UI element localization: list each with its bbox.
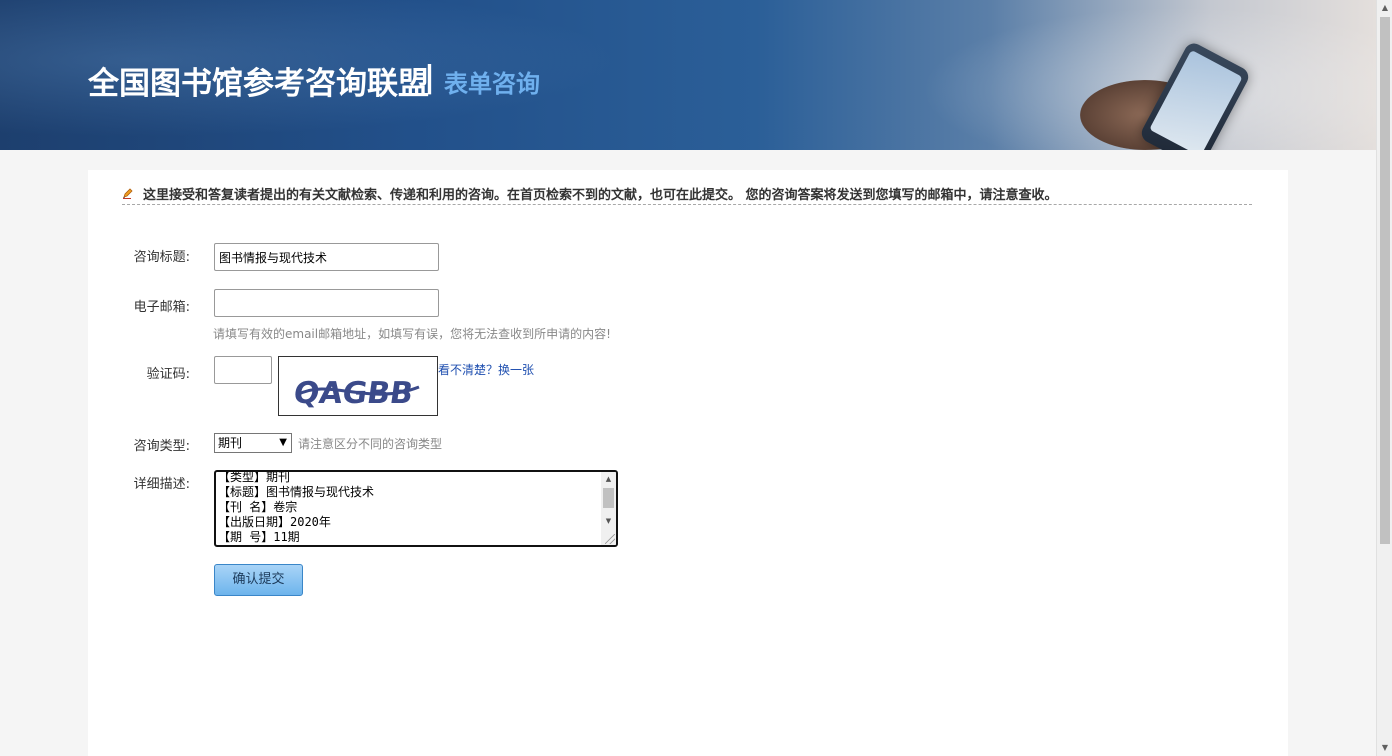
chevron-down-icon: ▼ [279,437,287,448]
title-separator: | [424,60,435,95]
page: 全国图书馆参考咨询联盟 | 表单咨询 ▲ ▼ 这里接受和答复读者提出的有关文献检… [0,0,1392,756]
captcha-label: 验证码: [146,367,190,382]
scroll-thumb[interactable] [1380,17,1390,544]
title-label: 咨询标题: [133,250,190,265]
form-panel: 这里接受和答复读者提出的有关文献检索、传递和利用的咨询。在首页检索不到的文献，也… [88,170,1288,756]
detail-line: 【期 号】11期 [218,530,300,544]
textarea-scroll-up-icon[interactable]: ▲ [601,472,616,486]
header-banner: 全国图书馆参考咨询联盟 | 表单咨询 [0,0,1376,150]
detail-textarea[interactable]: 【类型】期刊 【标题】图书情报与现代技术 【刊 名】卷宗 【出版日期】2020年… [214,470,618,547]
pencil-icon [123,188,133,199]
email-input[interactable] [214,289,439,317]
captcha-refresh-link[interactable]: 看不清楚？换一张 [438,361,534,378]
type-select-value: 期刊 [218,436,243,450]
scroll-up-arrow-icon[interactable]: ▲ [1377,0,1392,16]
detail-line: 【刊 名】卷宗 [218,500,298,514]
textarea-scroll-down-icon[interactable]: ▼ [601,514,616,528]
notice-text: 这里接受和答复读者提出的有关文献检索、传递和利用的咨询。在首页检索不到的文献，也… [143,188,1058,203]
type-hint: 请注意区分不同的咨询类型 [298,437,443,451]
page-scrollbar[interactable]: ▲ ▼ [1376,0,1392,756]
captcha-image[interactable]: QAGBB [278,356,438,416]
captcha-graphic: QAGBB [291,376,420,411]
notice-bar: 这里接受和答复读者提出的有关文献检索、传递和利用的咨询。在首页检索不到的文献，也… [122,184,1252,205]
site-title: 全国图书馆参考咨询联盟 [88,66,429,102]
detail-line: 【类型】期刊 [218,470,291,484]
email-label: 电子邮箱: [133,300,190,315]
email-hint: 请填写有效的email邮箱地址，如填写有误，您将无法查收到所申请的内容! [213,327,611,341]
title-input[interactable] [214,243,439,271]
captcha-input[interactable] [214,356,272,384]
scroll-down-arrow-icon[interactable]: ▼ [1377,740,1392,756]
submit-button[interactable]: 确认提交 [214,564,303,596]
page-subtitle: 表单咨询 [444,70,540,98]
type-select[interactable]: 期刊 ▼ [214,433,292,453]
detail-line: 【出版日期】2020年 [218,515,331,529]
textarea-scroll-thumb[interactable] [603,488,614,508]
detail-text: 【类型】期刊 【标题】图书情报与现代技术 【刊 名】卷宗 【出版日期】2020年… [218,470,375,545]
resize-grip-icon[interactable] [605,534,615,544]
type-label: 咨询类型: [133,439,190,454]
detail-label: 详细描述: [133,477,190,492]
detail-line: 【标题】图书情报与现代技术 [218,485,375,499]
